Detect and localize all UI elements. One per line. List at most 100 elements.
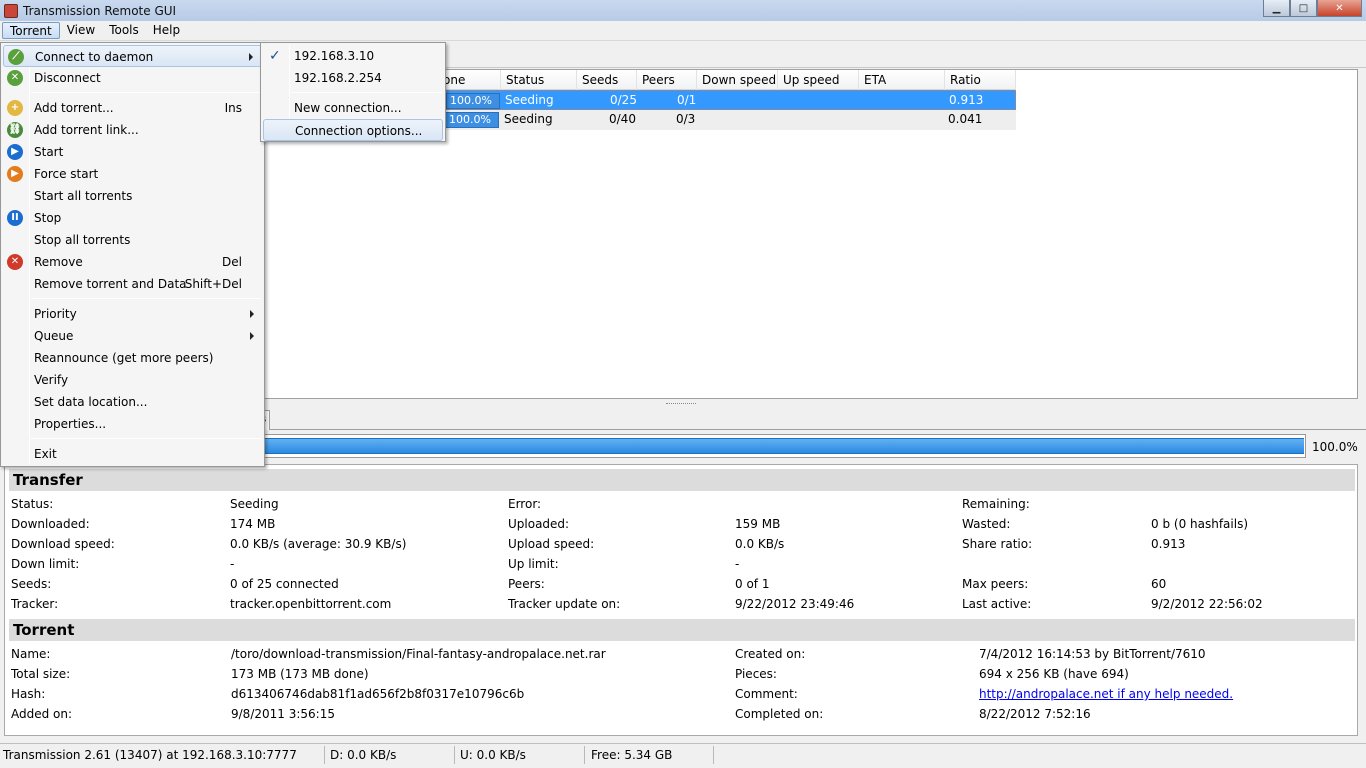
menu-item-start-all-torrents[interactable]: Start all torrents	[3, 185, 262, 207]
remove-icon: ✕	[7, 254, 23, 270]
status-download-speed: D: 0.0 KB/s	[327, 746, 455, 764]
transfer-value: 0 of 25 connected	[230, 577, 339, 591]
menu-item-label: Reannounce (get more peers)	[34, 351, 214, 365]
menu-item-label: Start all torrents	[34, 189, 133, 203]
menu-item-label: Add torrent...	[34, 101, 114, 115]
menu-item-label: Queue	[34, 329, 74, 343]
column-down-speed[interactable]: Down speed	[697, 70, 778, 90]
column-eta[interactable]: ETA	[859, 70, 945, 90]
menu-torrent[interactable]: Torrent	[2, 22, 60, 39]
menu-item-verify[interactable]: Verify	[3, 369, 262, 391]
torrent-value: 173 MB (173 MB done)	[231, 667, 369, 681]
transfer-value: 9/2/2012 22:56:02	[1151, 597, 1263, 611]
seeds-cell: 0/40	[609, 112, 636, 126]
menu-item-reannounce-get-more-peers[interactable]: Reannounce (get more peers)	[3, 347, 262, 369]
column-peers[interactable]: Peers	[637, 70, 697, 90]
menu-item-stop-all-torrents[interactable]: Stop all torrents	[3, 229, 262, 251]
transfer-value: 60	[1151, 577, 1167, 591]
submenu-item-label: Connection options...	[295, 124, 423, 138]
transfer-value: 0.913	[1151, 537, 1186, 551]
transfer-label: Max peers:	[962, 577, 1029, 591]
maximize-button[interactable]: □	[1290, 0, 1317, 17]
column-done[interactable]: one	[438, 70, 501, 90]
done-progress: 100.0%	[445, 112, 499, 128]
transfer-label: Download speed:	[11, 537, 115, 551]
column-up-speed[interactable]: Up speed	[778, 70, 859, 90]
menu-item-label: Connect to daemon	[35, 50, 154, 64]
transfer-value: -	[735, 557, 740, 571]
progress-percent: 100.0%	[1312, 440, 1358, 454]
submenu-item-192-168-2-254[interactable]: 192.168.2.254	[263, 67, 443, 89]
menu-item-properties[interactable]: Properties...	[3, 413, 262, 435]
submenu-arrow-icon	[250, 310, 254, 318]
menu-item-exit[interactable]: Exit	[3, 443, 262, 465]
menu-shortcut: Ins	[224, 101, 242, 115]
transfer-label: Uploaded:	[508, 517, 570, 531]
menu-item-label: Remove torrent and Data	[34, 277, 187, 291]
transfer-value: 9/22/2012 23:49:46	[735, 597, 855, 611]
menu-separator	[31, 92, 261, 93]
torrent-label: Comment:	[735, 687, 798, 701]
torrent-section-title: Torrent	[9, 619, 1355, 641]
menu-item-remove-torrent-and-data[interactable]: Remove torrent and Data Shift+Del	[3, 273, 262, 295]
menu-item-force-start[interactable]: ▶ Force start	[3, 163, 262, 185]
details-panel: Transfer Status: Seeding Downloaded: 174 MB…	[4, 464, 1358, 736]
submenu-item-192-168-3-10[interactable]: ✓ 192.168.3.10	[263, 45, 443, 67]
menu-tools[interactable]: Tools	[102, 22, 146, 39]
menu-item-remove[interactable]: ✕ Remove Del	[3, 251, 262, 273]
menu-item-label: Verify	[34, 373, 69, 387]
comment-link[interactable]: http://andropalace.net if any help neede…	[979, 687, 1233, 701]
menu-item-start[interactable]: ▶ Start	[3, 141, 262, 163]
menu-item-label: Priority	[34, 307, 77, 321]
torrent-menu: ⟋ Connect to daemon ✕ Disconnect + Add torren…	[0, 42, 265, 467]
submenu-item-connection-options[interactable]: Connection options...	[263, 119, 443, 141]
menu-item-add-torrent[interactable]: + Add torrent... Ins	[3, 97, 262, 119]
transfer-value: 174 MB	[230, 517, 276, 531]
window-title: Transmission Remote GUI	[23, 3, 177, 18]
torrent-value: 7/4/2012 16:14:53 by BitTorrent/7610	[979, 647, 1206, 661]
play-icon: ▶	[7, 144, 23, 160]
menu-item-stop[interactable]: II Stop	[3, 207, 262, 229]
submenu-item-label: 192.168.3.10	[294, 49, 375, 63]
column-seeds[interactable]: Seeds	[577, 70, 637, 90]
torrent-label: Total size:	[11, 667, 71, 681]
ratio-cell: 0.041	[948, 112, 983, 126]
force-start-icon: ▶	[7, 166, 23, 182]
menu-item-label: Add torrent link...	[34, 123, 139, 137]
peers-cell: 0/1	[677, 93, 697, 107]
torrent-label: Added on:	[11, 707, 73, 721]
menu-help[interactable]: Help	[146, 22, 187, 39]
pause-icon: II	[7, 210, 23, 226]
app-icon	[4, 3, 18, 18]
close-button[interactable]: ✕	[1317, 0, 1362, 17]
menu-item-label: Set data location...	[34, 395, 148, 409]
torrent-value: 694 x 256 KB (have 694)	[979, 667, 1129, 681]
minimize-button[interactable]: ▁	[1263, 0, 1290, 17]
menu-item-add-torrent-link[interactable]: ⛓ Add torrent link...	[3, 119, 262, 141]
transfer-value: 0.0 KB/s (average: 30.9 KB/s)	[230, 537, 407, 551]
menu-item-label: Stop	[34, 211, 62, 225]
transfer-value: -	[230, 557, 235, 571]
menu-item-priority[interactable]: Priority	[3, 303, 262, 325]
menu-item-set-data-location[interactable]: Set data location...	[3, 391, 262, 413]
status-bar: Transmission 2.61 (13407) at 192.168.3.1…	[0, 743, 1366, 765]
torrent-value: 8/22/2012 7:52:16	[979, 707, 1091, 721]
transfer-label: Peers:	[508, 577, 545, 591]
menu-item-connect-to-daemon[interactable]: ⟋ Connect to daemon	[3, 45, 262, 67]
submenu-arrow-icon	[249, 53, 253, 61]
transfer-label: Last active:	[962, 597, 1032, 611]
torrent-label: Pieces:	[735, 667, 777, 681]
menu-item-disconnect[interactable]: ✕ Disconnect	[3, 67, 262, 89]
transfer-label: Error:	[508, 497, 542, 511]
window-controls: ▁ □ ✕	[1263, 0, 1362, 17]
submenu-item-new-connection[interactable]: New connection...	[263, 97, 443, 119]
transfer-value: 159 MB	[735, 517, 781, 531]
disconnect-icon: ✕	[7, 70, 23, 86]
column-status[interactable]: Status	[501, 70, 577, 90]
column-ratio[interactable]: Ratio	[945, 70, 1016, 90]
menu-separator	[31, 298, 261, 299]
menu-item-queue[interactable]: Queue	[3, 325, 262, 347]
menu-separator	[31, 438, 261, 439]
splitter-grip[interactable]	[666, 403, 696, 405]
menu-view[interactable]: View	[60, 22, 102, 39]
